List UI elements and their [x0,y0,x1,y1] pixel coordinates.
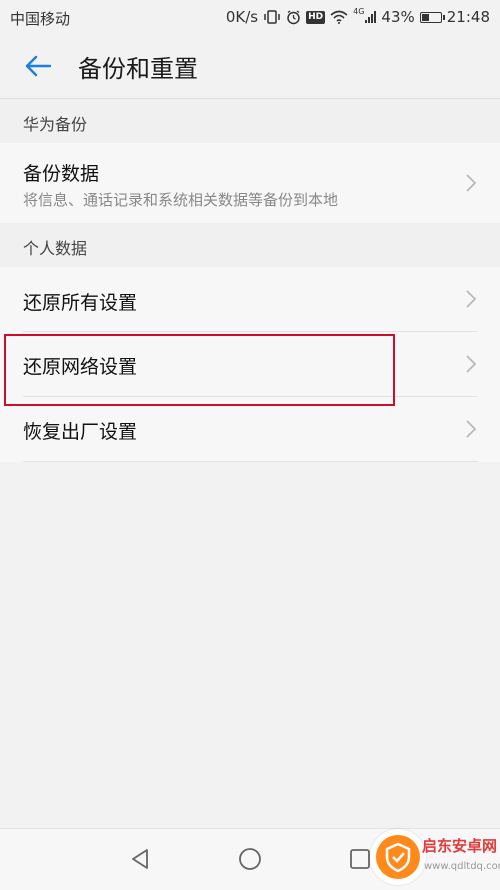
status-icons: 0K/s HD 4G 43% 21:48 [226,7,490,27]
triangle-back-icon [132,849,148,869]
watermark-logo [370,829,426,885]
section-header-huawei-backup: 华为备份 [0,99,500,143]
list-item-reset-network-settings[interactable]: 还原网络设置 [0,332,500,397]
alarm-icon [287,9,300,24]
section-header-personal-data: 个人数据 [0,223,500,267]
item-title: 还原网络设置 [23,356,138,378]
page-title: 备份和重置 [78,55,198,83]
list-item-reset-all-settings[interactable]: 还原所有设置 [0,267,500,332]
watermark-name: 启东安卓网 [422,837,498,855]
battery-percent: 43% [381,8,415,26]
item-title: 还原所有设置 [23,292,138,314]
hd-badge: HD [306,10,326,24]
battery-level [421,13,429,21]
item-title: 备份数据 [23,163,100,185]
network-type: 4G [353,6,365,16]
nav-back-button[interactable] [125,844,155,874]
app-header: 备份和重置 [0,34,500,99]
wifi-icon [330,10,348,24]
item-title: 恢复出厂设置 [23,421,138,443]
list-item-backup-data[interactable]: 备份数据 将信息、通话记录和系统相关数据等备份到本地 [0,143,500,223]
chevron-right-icon [466,174,477,192]
list-item-factory-reset[interactable]: 恢复出厂设置 [0,397,500,462]
clock: 21:48 [446,8,490,26]
signal-icon [365,11,377,23]
vibrate-icon [264,10,280,24]
nav-home-button[interactable] [235,844,265,874]
status-bar: 中国移动 0K/s HD 4G 43% 21:48 [0,0,500,34]
chevron-right-icon [466,420,477,438]
watermark-url: www.qdltdq.com [424,861,500,872]
section-title: 华为备份 [23,115,88,134]
circle-home-icon [239,848,261,870]
watermark: 启东安卓网 www.qdltdq.com [370,829,500,887]
network-speed: 0K/s [225,8,259,26]
chevron-right-icon [466,290,477,308]
section-title: 个人数据 [23,239,88,258]
carrier-name: 中国移动 [10,10,71,28]
back-arrow-icon [25,55,52,77]
chevron-right-icon [466,355,477,373]
battery-icon [419,11,445,23]
back-button[interactable] [18,46,58,86]
square-recents-icon [350,849,370,869]
shield-icon [385,842,411,873]
watermark-logo-inner [376,835,420,879]
item-subtitle: 将信息、通话记录和系统相关数据等备份到本地 [23,191,339,209]
empty-area [0,462,500,828]
